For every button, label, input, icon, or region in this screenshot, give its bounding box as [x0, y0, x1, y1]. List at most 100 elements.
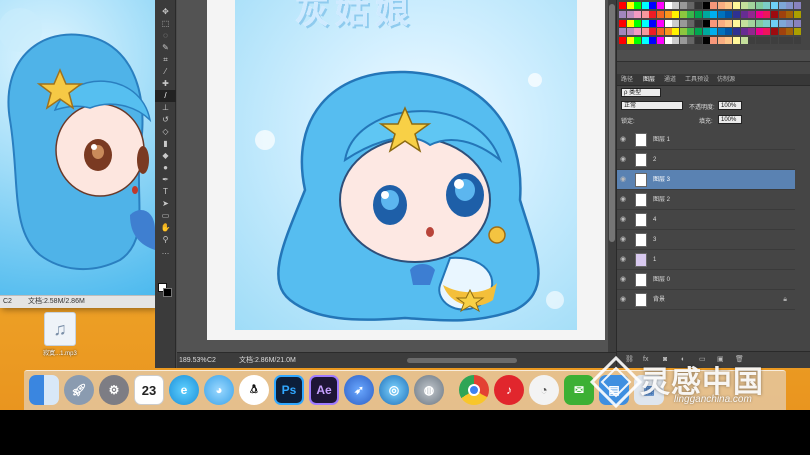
visibility-eye-icon[interactable]: ◉	[620, 150, 626, 170]
move-tool-icon[interactable]: ✥	[155, 6, 176, 18]
internet-icon[interactable]: ◎	[379, 375, 409, 405]
swatch-cell[interactable]	[710, 19, 718, 27]
swatch-cell[interactable]	[664, 19, 672, 27]
vertical-scrollbar[interactable]	[608, 0, 616, 352]
swatch-cell[interactable]	[626, 10, 634, 18]
after-effects-icon[interactable]: Ae	[309, 375, 339, 405]
desktop-file-mp3[interactable]: ♫ 寂寞...1.mp3	[40, 312, 80, 357]
chrome-icon[interactable]	[459, 375, 489, 405]
netease-music-icon[interactable]: ♪	[494, 375, 524, 405]
swatch-cell[interactable]	[793, 2, 801, 9]
swatch-cell[interactable]	[695, 2, 702, 9]
visibility-eye-icon[interactable]: ◉	[620, 190, 626, 210]
swatch-cell[interactable]	[733, 10, 740, 18]
swatch-cell[interactable]	[763, 28, 771, 36]
swatch-cell[interactable]	[748, 28, 756, 36]
layer-row[interactable]: ◉ 1	[617, 250, 795, 270]
swatch-cell[interactable]	[793, 28, 801, 36]
stamp-tool-icon[interactable]: ⊥	[155, 102, 176, 114]
layer-row[interactable]: ◉ 3	[617, 230, 795, 250]
swatch-cell[interactable]	[664, 10, 672, 18]
swatch-cell[interactable]	[664, 2, 672, 9]
swatch-cell[interactable]	[634, 10, 642, 18]
swatch-cell[interactable]	[771, 37, 778, 45]
swatch-cell[interactable]	[626, 2, 634, 9]
swatch-cell[interactable]	[778, 19, 786, 27]
crop-tool-icon[interactable]: ⌗	[155, 54, 176, 66]
swatch-cell[interactable]	[649, 19, 657, 27]
visibility-eye-icon[interactable]: ◉	[620, 170, 626, 190]
swatch-cell[interactable]	[695, 28, 702, 36]
swatch-cell[interactable]	[619, 28, 626, 36]
photoshop-icon[interactable]: Ps	[274, 375, 304, 405]
swatch-cell[interactable]	[740, 37, 748, 45]
pen-tool-icon[interactable]: ✒	[155, 174, 176, 186]
swatches-panel[interactable]	[619, 2, 803, 48]
blur-tool-icon[interactable]: ◆	[155, 150, 176, 162]
swatch-cell[interactable]	[672, 28, 680, 36]
swatch-cell[interactable]	[710, 10, 718, 18]
swatch-cell[interactable]	[748, 19, 756, 27]
visibility-eye-icon[interactable]: ◉	[620, 230, 626, 250]
swatch-cell[interactable]	[733, 2, 740, 9]
layer-row-selected[interactable]: ◉ 图层 3	[617, 170, 795, 190]
swatch-cell[interactable]	[710, 28, 718, 36]
swatch-cell[interactable]	[649, 10, 657, 18]
swatch-cell[interactable]	[702, 10, 710, 18]
swatch-cell[interactable]	[733, 37, 740, 45]
swatch-cell[interactable]	[778, 10, 786, 18]
swatch-cell[interactable]	[725, 2, 733, 9]
swatch-cell[interactable]	[626, 28, 634, 36]
swatch-cell[interactable]	[786, 37, 794, 45]
layer-row[interactable]: ◉ 图层 2	[617, 190, 795, 210]
photoshop-window[interactable]: ✥ ⬚ ◌ ✎ ⌗ ⁄ ✚ / ⊥ ↺ ◇ ▮ ◆ ● ✒ T ➤ ▭ ✋ ⚲ …	[155, 0, 620, 368]
swatch-cell[interactable]	[657, 28, 664, 36]
swatch-cell[interactable]	[679, 10, 687, 18]
visibility-eye-icon[interactable]: ◉	[620, 250, 626, 270]
swatch-cell[interactable]	[755, 19, 763, 27]
swatch-cell[interactable]	[687, 37, 695, 45]
swatch-cell[interactable]	[725, 19, 733, 27]
launchpad-icon[interactable]: 🚀︎	[64, 375, 94, 405]
swatch-cell[interactable]	[641, 10, 649, 18]
path-select-tool-icon[interactable]: ➤	[155, 198, 176, 210]
swatch-cell[interactable]	[687, 10, 695, 18]
zoom-readout[interactable]: 189.53%	[179, 353, 207, 368]
dodge-tool-icon[interactable]: ●	[155, 162, 176, 174]
swatch-cell[interactable]	[778, 28, 786, 36]
calendar-icon[interactable]: 23	[134, 375, 164, 405]
lasso-tool-icon[interactable]: ◌	[155, 30, 176, 42]
gradient-tool-icon[interactable]: ▮	[155, 138, 176, 150]
type-tool-icon[interactable]: T	[155, 186, 176, 198]
swatch-cell[interactable]	[771, 10, 778, 18]
background-color-swatch[interactable]	[163, 288, 172, 297]
eyedropper-tool-icon[interactable]: ⁄	[155, 66, 176, 78]
swatch-cell[interactable]	[619, 10, 626, 18]
layer-row[interactable]: ◉ 图层 1	[617, 130, 795, 150]
swatch-cell[interactable]	[619, 2, 626, 9]
swatch-cell[interactable]	[710, 2, 718, 9]
swatch-cell[interactable]	[672, 2, 680, 9]
qq-icon[interactable]: 🐧︎	[239, 375, 269, 405]
swatch-cell[interactable]	[778, 2, 786, 9]
qq-pet-icon[interactable]: ◕	[204, 375, 234, 405]
swatch-cell[interactable]	[619, 19, 626, 27]
swatch-cell[interactable]	[649, 37, 657, 45]
swatch-cell[interactable]	[755, 10, 763, 18]
swatch-cell[interactable]	[634, 19, 642, 27]
swatch-cell[interactable]	[740, 28, 748, 36]
marquee-tool-icon[interactable]: ⬚	[155, 18, 176, 30]
document-canvas[interactable]: 灰姑娘	[207, 0, 605, 340]
history-brush-icon[interactable]: ↺	[155, 114, 176, 126]
swatch-cell[interactable]	[702, 19, 710, 27]
swatch-cell[interactable]	[679, 28, 687, 36]
swatch-cell[interactable]	[679, 19, 687, 27]
swatch-cell[interactable]	[786, 2, 794, 9]
zoom-tool-icon[interactable]: ⚲	[155, 234, 176, 246]
swatch-cell[interactable]	[725, 37, 733, 45]
swatch-cell[interactable]	[740, 19, 748, 27]
hand-tool-icon[interactable]: ✋	[155, 222, 176, 234]
swatch-cell[interactable]	[786, 19, 794, 27]
finder-icon[interactable]	[29, 375, 59, 405]
swatch-cell[interactable]	[763, 2, 771, 9]
